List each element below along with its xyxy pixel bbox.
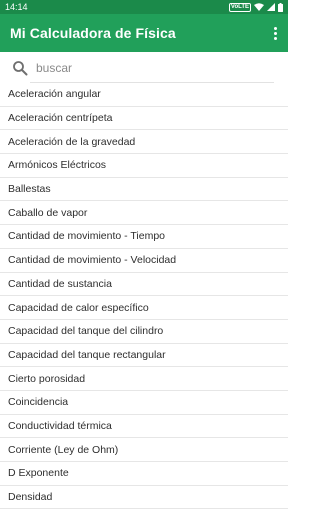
list-item-label: D Exponente	[8, 467, 69, 480]
status-bar: 14:14 VoLTE	[0, 0, 288, 14]
volte-badge: VoLTE	[228, 2, 251, 12]
list-item-label: Ballestas	[8, 183, 51, 196]
list-item-label: Caballo de vapor	[8, 206, 88, 219]
list-item[interactable]: Cantidad de sustancia	[0, 273, 288, 297]
list-item[interactable]: Capacidad del tanque rectangular	[0, 344, 288, 368]
status-time: 14:14	[5, 2, 28, 12]
list-item[interactable]: Corriente (Ley de Ohm)	[0, 438, 288, 462]
list-item-label: Aceleración angular	[8, 88, 101, 101]
list-item[interactable]: D Exponente	[0, 462, 288, 486]
list-item-label: Coincidencia	[8, 396, 69, 409]
signal-icon	[267, 3, 275, 11]
list-item[interactable]: Ballestas	[0, 178, 288, 202]
list-item-label: Cantidad de sustancia	[8, 277, 112, 290]
list-item-label: Cantidad de movimiento - Velocidad	[8, 254, 177, 267]
wifi-icon	[254, 3, 264, 11]
list-item-label: Capacidad de calor específico	[8, 301, 149, 314]
search-icon	[13, 61, 28, 76]
formula-list: Aceleración angular Aceleración centrípet…	[0, 83, 288, 510]
app-bar: Mi Calculadora de Física	[0, 14, 288, 52]
list-item[interactable]: Cierto porosidad	[0, 367, 288, 391]
list-item-label: Capacidad del tanque del cilindro	[8, 325, 164, 338]
list-item-label: Conductividad térmica	[8, 419, 112, 432]
battery-icon	[278, 2, 283, 12]
list-item[interactable]: Aceleración de la gravedad	[0, 130, 288, 155]
app-title: Mi Calculadora de Física	[10, 25, 176, 41]
list-item-label: Cantidad de movimiento - Tiempo	[8, 230, 165, 243]
list-item-label: Aceleración centrípeta	[8, 112, 113, 125]
list-item[interactable]: Densidad	[0, 486, 288, 510]
list-item[interactable]: Capacidad del tanque del cilindro	[0, 320, 288, 344]
list-item-label: Capacidad del tanque rectangular	[8, 348, 166, 361]
list-item[interactable]: Armónicos Eléctricos	[0, 154, 288, 178]
list-item[interactable]: Cantidad de movimiento - Tiempo	[0, 225, 288, 249]
status-icons: VoLTE	[228, 2, 283, 12]
list-item[interactable]: Conductividad térmica	[0, 415, 288, 439]
more-vert-icon[interactable]	[270, 24, 280, 42]
list-item[interactable]: Aceleración angular	[0, 83, 288, 107]
list-item-label: Densidad	[8, 491, 53, 504]
list-item[interactable]: Coincidencia	[0, 391, 288, 415]
list-item-label: Aceleración de la gravedad	[8, 135, 136, 148]
list-item-label: Armónicos Eléctricos	[8, 159, 107, 172]
list-item[interactable]: Caballo de vapor	[0, 201, 288, 226]
list-item[interactable]: Cantidad de movimiento - Velocidad	[0, 249, 288, 273]
list-item[interactable]: Aceleración centrípeta	[0, 107, 288, 131]
search-input[interactable]	[36, 61, 256, 75]
list-item-label: Corriente (Ley de Ohm)	[8, 443, 119, 456]
search-bar	[0, 54, 288, 82]
list-item[interactable]: Capacidad de calor específico	[0, 296, 288, 320]
list-item-label: Cierto porosidad	[8, 372, 86, 385]
